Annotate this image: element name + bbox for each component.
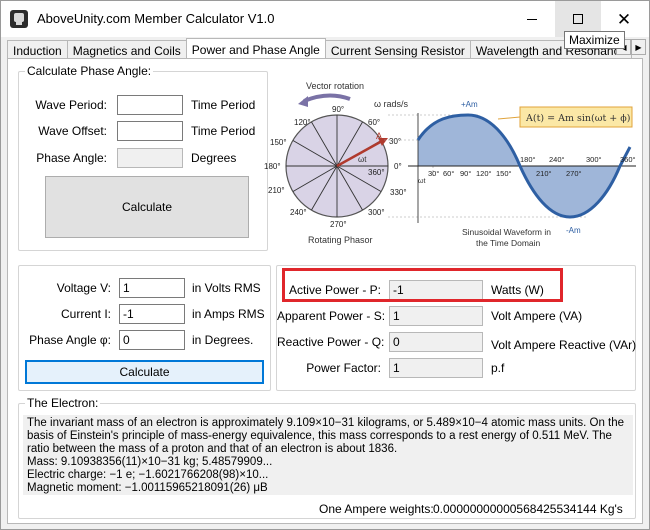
minimize-icon (527, 18, 537, 20)
wave-period-unit: Time Period (191, 98, 256, 112)
phasor-diagram: Vector rotation ω rads/s A ωt 90° 60° 30… (264, 81, 636, 248)
circle-angle-360: 360° (368, 168, 385, 177)
wave-tick-30: 30° (428, 169, 439, 178)
tab-magnetics-and-coils[interactable]: Magnetics and Coils (66, 40, 187, 58)
rotating-phasor-label: Rotating Phasor (308, 235, 373, 245)
electron-moment: Magnetic moment: −1.00115965218091(26) μ… (27, 482, 268, 494)
reactive-power-unit: Volt Ampere Reactive (VAr) (491, 338, 637, 352)
wave-offset-unit: Time Period (191, 124, 256, 138)
electron-group-title: The Electron: (25, 396, 101, 410)
arrow-right-icon: ▶ (635, 42, 642, 52)
maximize-tooltip: Maximize (564, 31, 625, 49)
power-factor-output[interactable] (389, 358, 483, 378)
electron-group: The Electron: The invariant mass of an e… (18, 396, 636, 519)
wave-tick-240: 240° (549, 155, 565, 164)
circle-angle-240: 240° (290, 208, 307, 217)
wave-tick-300: 300° (586, 155, 602, 164)
circle-angle-210: 210° (268, 186, 285, 195)
power-output-group: Active Power - P: Watts (W) Apparent Pow… (276, 265, 636, 391)
voltage-unit: in Volts RMS (192, 281, 261, 295)
circle-angle-150: 150° (270, 138, 287, 147)
wave-tick-60: 60° (443, 169, 454, 178)
power-factor-label: Power Factor: (306, 361, 381, 375)
voltage-label: Voltage V: (56, 281, 111, 295)
circle-angle-120: 120° (294, 118, 311, 127)
sinusoidal-label-line1: Sinusoidal Waveform in (462, 227, 551, 237)
reactive-power-label: Reactive Power - Q: (277, 335, 385, 349)
electron-charge: Electric charge: −1 e; −1.6021766208(98)… (27, 469, 269, 481)
phase-angle-output[interactable] (117, 148, 183, 168)
formula-text: A(t) = Am sin(ωt + ϕ) (525, 113, 630, 124)
wave-tick-180: 180° (520, 155, 536, 164)
voltage-input[interactable] (119, 278, 185, 298)
circle-angle-270: 270° (330, 220, 347, 229)
phasor-a-label: A (376, 131, 382, 141)
ampere-weights-label: One Ampere weights: (319, 502, 434, 516)
ampere-weights-value: 0.00000000000568425534144 Kg's (433, 502, 623, 516)
wave-period-label: Wave Period: (35, 98, 107, 112)
phase-angle-unit: Degrees (191, 151, 237, 165)
wave-period-input[interactable] (117, 95, 183, 115)
phase-angle-phi-label: Phase Angle φ: (29, 333, 111, 347)
app-window: AboveUnity.com Member Calculator V1.0 ✕ … (0, 0, 650, 530)
minimize-button[interactable] (509, 1, 555, 37)
formula-pointer (497, 116, 521, 120)
circle-angle-0: 0° (394, 162, 402, 171)
vector-rotation-label: Vector rotation (306, 81, 364, 91)
tab-current-sensing-resistor[interactable]: Current Sensing Resistor (324, 40, 471, 58)
wave-tick-270: 270° (566, 169, 582, 178)
rotation-arrow (303, 93, 351, 103)
omega-label: ω rads/s (374, 99, 409, 109)
wave-tick-360: 360° (620, 155, 636, 164)
tab-power-and-phase-angle[interactable]: Power and Phase Angle (185, 38, 326, 58)
active-power-highlight (282, 268, 563, 302)
phase-angle-group: Calculate Phase Angle: Wave Period: Time… (18, 64, 268, 251)
electron-mass: Mass: 9.10938356(11)×10−31 kg; 5.4857990… (27, 456, 273, 468)
power-calculate-button[interactable]: Calculate (25, 360, 264, 384)
wave-offset-label: Wave Offset: (38, 124, 107, 138)
circle-angle-300: 300° (368, 208, 385, 217)
maximize-icon (573, 14, 583, 24)
window-title: AboveUnity.com Member Calculator V1.0 (37, 11, 275, 26)
phase-angle-phi-unit: in Degrees. (192, 333, 254, 347)
electron-info-text[interactable]: The invariant mass of an electron is app… (23, 415, 633, 495)
circle-angle-60: 60° (368, 118, 380, 127)
circle-angle-180: 180° (264, 162, 281, 171)
tab-induction[interactable]: Induction (7, 40, 68, 58)
circle-angle-30: 30° (389, 137, 401, 146)
wave-offset-input[interactable] (117, 121, 183, 141)
wave-tick-210: 210° (536, 169, 552, 178)
circle-angle-90: 90° (332, 105, 344, 114)
tab-scroll-right-button[interactable]: ▶ (631, 39, 646, 55)
wave-plus-am-label: +Am (461, 100, 478, 109)
apparent-power-unit: Volt Ampere (VA) (491, 309, 583, 323)
wave-minus-am-label: -Am (566, 226, 581, 235)
circle-angle-330: 330° (390, 188, 407, 197)
phase-angle-group-title: Calculate Phase Angle: (25, 64, 154, 78)
electron-paragraph: The invariant mass of an electron is app… (27, 417, 628, 455)
wave-tick-90: 90° (460, 169, 471, 178)
wave-wt-label: ωt (418, 178, 425, 185)
wave-tick-150: 150° (496, 169, 512, 178)
phase-angle-label: Phase Angle: (36, 151, 107, 165)
app-icon (10, 10, 28, 28)
current-label: Current I: (60, 307, 111, 321)
current-unit: in Amps RMS (192, 307, 265, 321)
power-factor-unit: p.f (491, 361, 505, 375)
tab-strip: Induction Magnetics and Coils Power and … (7, 38, 643, 58)
apparent-power-output[interactable] (389, 306, 483, 326)
phase-calculate-button[interactable]: Calculate (45, 176, 249, 238)
sinusoidal-label-line2: the Time Domain (476, 238, 541, 248)
power-input-group: Voltage V: in Volts RMS Current I: in Am… (18, 265, 271, 391)
wave-tick-120: 120° (476, 169, 492, 178)
reactive-power-output[interactable] (389, 332, 483, 352)
current-input[interactable] (119, 304, 185, 324)
title-bar[interactable]: AboveUnity.com Member Calculator V1.0 ✕ (1, 1, 649, 37)
power-phase-tab-page: Calculate Phase Angle: Wave Period: Time… (7, 58, 643, 524)
apparent-power-label: Apparent Power - S: (277, 309, 386, 323)
phasor-wt-label: ωt (358, 155, 367, 164)
rotation-arrow-head-icon (298, 96, 308, 107)
phase-angle-phi-input[interactable] (119, 330, 185, 350)
close-icon: ✕ (616, 9, 632, 29)
